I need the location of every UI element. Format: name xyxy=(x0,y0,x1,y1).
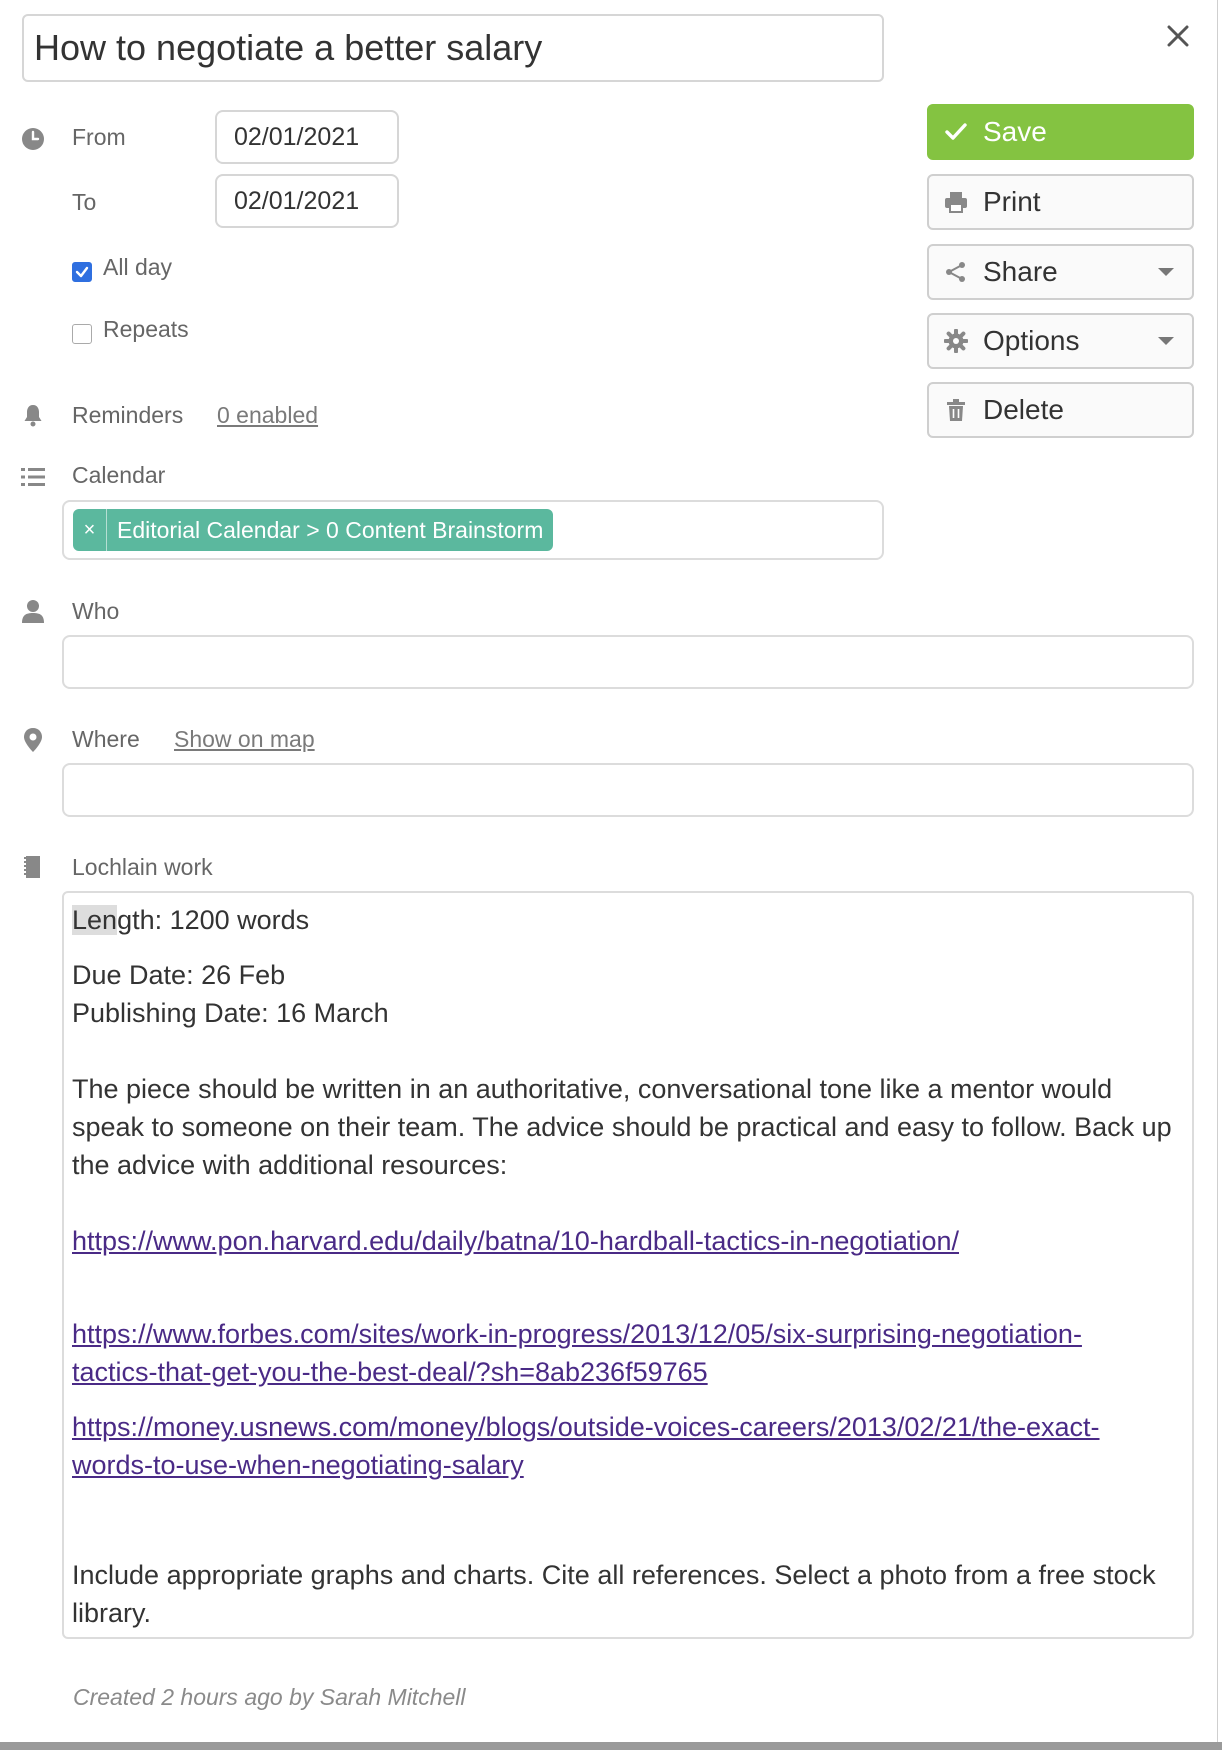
notes-due-date: Due Date: 26 Feb xyxy=(72,960,286,990)
show-on-map-link[interactable]: Show on map xyxy=(174,726,315,753)
notes-link-usnews-line2: words-to-use-when-negotiating-salary xyxy=(72,1450,524,1480)
close-button[interactable] xyxy=(1160,18,1196,54)
notes-length-line: Length: 1200 words xyxy=(72,901,1184,939)
calendar-select[interactable]: × Editorial Calendar > 0 Content Brainst… xyxy=(62,500,884,560)
who-label: Who xyxy=(72,598,120,624)
check-icon xyxy=(75,266,89,278)
created-info: Created 2 hours ago by Sarah Mitchell xyxy=(73,1684,466,1710)
delete-button[interactable]: Delete xyxy=(927,382,1194,438)
all-day-checkbox[interactable] xyxy=(72,262,92,282)
from-date-input[interactable] xyxy=(215,110,399,164)
repeats-checkbox[interactable] xyxy=(72,324,92,344)
notes-length-rest: gth: 1200 words xyxy=(117,905,310,935)
share-icon xyxy=(929,261,983,283)
gear-icon xyxy=(929,329,983,353)
chevron-down-icon xyxy=(1158,337,1174,345)
clock-icon xyxy=(20,126,46,152)
notes-icon xyxy=(20,854,46,880)
reminders-link[interactable]: 0 enabled xyxy=(217,402,318,429)
notes-link-harvard[interactable]: https://www.pon.harvard.edu/daily/batna/… xyxy=(72,1226,959,1256)
reminders-label: Reminders xyxy=(72,402,184,428)
window-bottom-edge xyxy=(0,1742,1222,1750)
notes-link-forbes[interactable]: https://www.forbes.com/sites/work-in-pro… xyxy=(72,1319,1082,1387)
notes-link-usnews[interactable]: https://money.usnews.com/money/blogs/out… xyxy=(72,1412,1100,1480)
event-editor-panel: From To All day Repeats Reminders 0 enab… xyxy=(0,0,1218,1742)
save-button[interactable]: Save xyxy=(927,104,1194,160)
notes-label: Lochlain work xyxy=(72,854,213,880)
to-label: To xyxy=(72,189,97,215)
delete-button-label: Delete xyxy=(983,394,1064,425)
notes-link-forbes-line1: https://www.forbes.com/sites/work-in-pro… xyxy=(72,1319,1082,1349)
calendar-tag-label: Editorial Calendar > 0 Content Brainstor… xyxy=(117,516,544,543)
printer-icon xyxy=(929,191,983,213)
notes-paragraph: The piece should be written in an author… xyxy=(72,1074,1172,1180)
notes-link-usnews-line1: https://money.usnews.com/money/blogs/out… xyxy=(72,1412,1100,1442)
check-icon xyxy=(929,123,983,141)
person-icon xyxy=(20,598,46,624)
notes-closing: Include appropriate graphs and charts. C… xyxy=(72,1560,1156,1628)
who-input[interactable] xyxy=(62,635,1194,689)
all-day-label: All day xyxy=(103,254,173,280)
repeats-label: Repeats xyxy=(103,316,189,342)
save-button-label: Save xyxy=(983,116,1047,147)
chevron-down-icon xyxy=(1158,268,1174,276)
close-icon xyxy=(1167,25,1189,47)
from-label: From xyxy=(72,124,126,150)
options-button-label: Options xyxy=(983,325,1080,356)
event-title-input[interactable] xyxy=(22,14,884,82)
where-input[interactable] xyxy=(62,763,1194,817)
notes-link-forbes-line2: tactics-that-get-you-the-best-deal/?sh=8… xyxy=(72,1357,708,1387)
list-icon xyxy=(20,464,46,490)
notes-editor[interactable]: Length: 1200 words Due Date: 26 Feb Publ… xyxy=(62,891,1194,1639)
calendar-tag-remove-button[interactable]: × xyxy=(73,509,107,551)
calendar-label: Calendar xyxy=(72,462,166,488)
share-button-label: Share xyxy=(983,256,1058,287)
print-button[interactable]: Print xyxy=(927,174,1194,230)
share-button[interactable]: Share xyxy=(927,244,1194,300)
bell-icon xyxy=(20,402,46,428)
notes-publishing-date: Publishing Date: 16 March xyxy=(72,998,389,1028)
trash-icon xyxy=(929,398,983,422)
options-button[interactable]: Options xyxy=(927,313,1194,369)
print-button-label: Print xyxy=(983,186,1041,217)
calendar-tag: × Editorial Calendar > 0 Content Brainst… xyxy=(73,509,554,551)
to-date-input[interactable] xyxy=(215,174,399,228)
notes-length-highlight: Len xyxy=(72,905,118,935)
map-pin-icon xyxy=(20,727,46,753)
where-label: Where xyxy=(72,726,140,752)
